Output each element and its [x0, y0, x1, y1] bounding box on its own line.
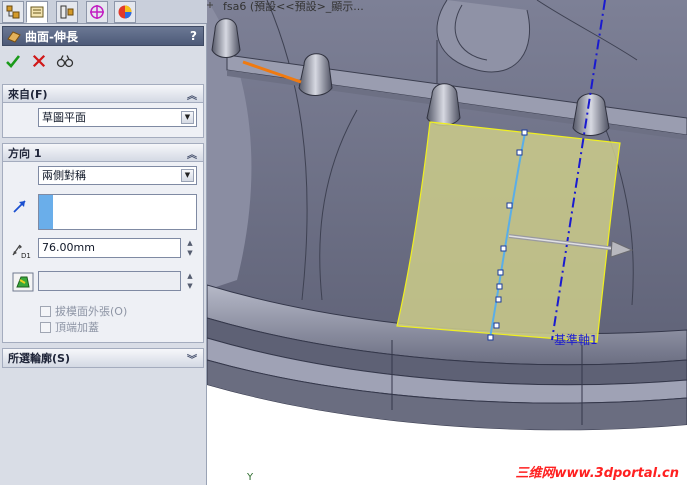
action-buttons [4, 50, 74, 72]
spin-down-icon[interactable]: ▼ [184, 282, 196, 291]
detailed-preview-icon [56, 55, 74, 68]
ok-icon [6, 55, 21, 68]
draft-outward-checkbox[interactable]: 拔模面外張(O) [40, 303, 127, 319]
tab-dimxpert-manager[interactable] [86, 1, 108, 23]
direction1-group: 方向 1 ︽ 兩側對稱 ▼ D1 76.00mm ▲ ▼ ▲ ▼ 拔模面外張(O… [2, 143, 204, 343]
cap-end-checkbox[interactable]: 頂端加蓋 [40, 319, 99, 335]
extruded-surface-icon [7, 31, 21, 43]
manager-tab-bar [0, 0, 207, 24]
expand-chevron-icon[interactable]: ︾ [187, 351, 197, 366]
selected-contours-group: 所選輪廓(S) ︾ [2, 348, 204, 368]
configuration-manager-icon [60, 5, 74, 19]
cancel-icon [32, 54, 46, 68]
triad-axis-label: Y [247, 472, 254, 483]
graphics-viewport[interactable]: fsa6 (預設<<預設>_顯示... 基準軸1 Y 三维网www.3dport… [207, 0, 687, 485]
depth-input[interactable]: 76.00mm ▲ ▼ [38, 238, 193, 258]
model-title: fsa6 (預設<<預設>_顯示... [223, 0, 364, 13]
tab-configuration-manager[interactable] [56, 1, 78, 23]
feature-title: 曲面-伸長 [25, 29, 78, 44]
detailed-preview-button[interactable] [56, 52, 74, 70]
direction-reference-list[interactable] [38, 194, 197, 230]
spin-down-icon[interactable]: ▼ [184, 249, 196, 258]
feature-manager-icon [6, 5, 20, 19]
depth-dimension-icon: D1 [12, 244, 31, 260]
checkbox-box[interactable] [40, 305, 51, 317]
collapse-chevron-icon[interactable]: ︽ [187, 146, 197, 161]
from-group: 來自(F) ︽ 草圖平面 ▼ [2, 84, 204, 138]
selection-highlight [39, 195, 53, 229]
display-manager-icon [118, 5, 132, 19]
dropdown-arrow-icon: ▼ [181, 111, 194, 124]
help-button[interactable]: ? [190, 29, 197, 43]
checkbox-box[interactable] [40, 321, 51, 333]
dimxpert-icon [90, 5, 104, 19]
spin-up-icon[interactable]: ▲ [184, 272, 196, 281]
dropdown-arrow-icon: ▼ [181, 169, 194, 182]
draft-outward-label: 拔模面外張(O) [55, 305, 128, 318]
ok-button[interactable] [4, 52, 22, 70]
draft-angle-input[interactable]: ▲ ▼ [38, 271, 193, 291]
model-view [207, 0, 687, 485]
spin-up-icon[interactable]: ▲ [184, 239, 196, 248]
tab-feature-manager[interactable] [2, 1, 24, 23]
svg-text:D1: D1 [21, 252, 31, 260]
from-condition-value: 草圖平面 [42, 111, 86, 124]
from-group-title: 來自(F) [8, 87, 48, 101]
extrude-surface-preview [396, 121, 621, 343]
watermark: 三维网www.3dportal.cn [515, 466, 679, 481]
depth-value: 76.00mm [42, 241, 95, 254]
reference-axis-label: 基準軸1 [554, 333, 598, 347]
end-condition-select[interactable]: 兩側對稱 ▼ [38, 166, 197, 185]
end-condition-value: 兩側對稱 [42, 169, 86, 182]
property-manager-icon [30, 6, 44, 18]
direction1-group-header[interactable]: 方向 1 ︽ [3, 144, 203, 162]
reverse-direction-icon[interactable] [12, 198, 28, 214]
tab-display-manager[interactable] [114, 1, 136, 23]
direction1-group-title: 方向 1 [8, 146, 42, 160]
tab-property-manager[interactable] [26, 1, 48, 23]
cap-end-label: 頂端加蓋 [55, 321, 99, 334]
collapse-chevron-icon[interactable]: ︽ [187, 87, 197, 102]
selected-contours-header[interactable]: 所選輪廓(S) ︾ [3, 349, 203, 367]
selected-contours-title: 所選輪廓(S) [8, 352, 70, 365]
from-group-header[interactable]: 來自(F) ︽ [3, 85, 203, 103]
feature-title-bar: 曲面-伸長 ? [2, 26, 204, 46]
from-condition-select[interactable]: 草圖平面 ▼ [38, 108, 197, 127]
draft-toggle-icon[interactable] [12, 272, 34, 292]
property-manager-panel: 曲面-伸長 ? 來自(F) ︽ 草圖平面 ▼ 方向 1 ︽ 兩側對稱 ▼ D1 … [0, 0, 207, 485]
cancel-button[interactable] [30, 52, 48, 70]
